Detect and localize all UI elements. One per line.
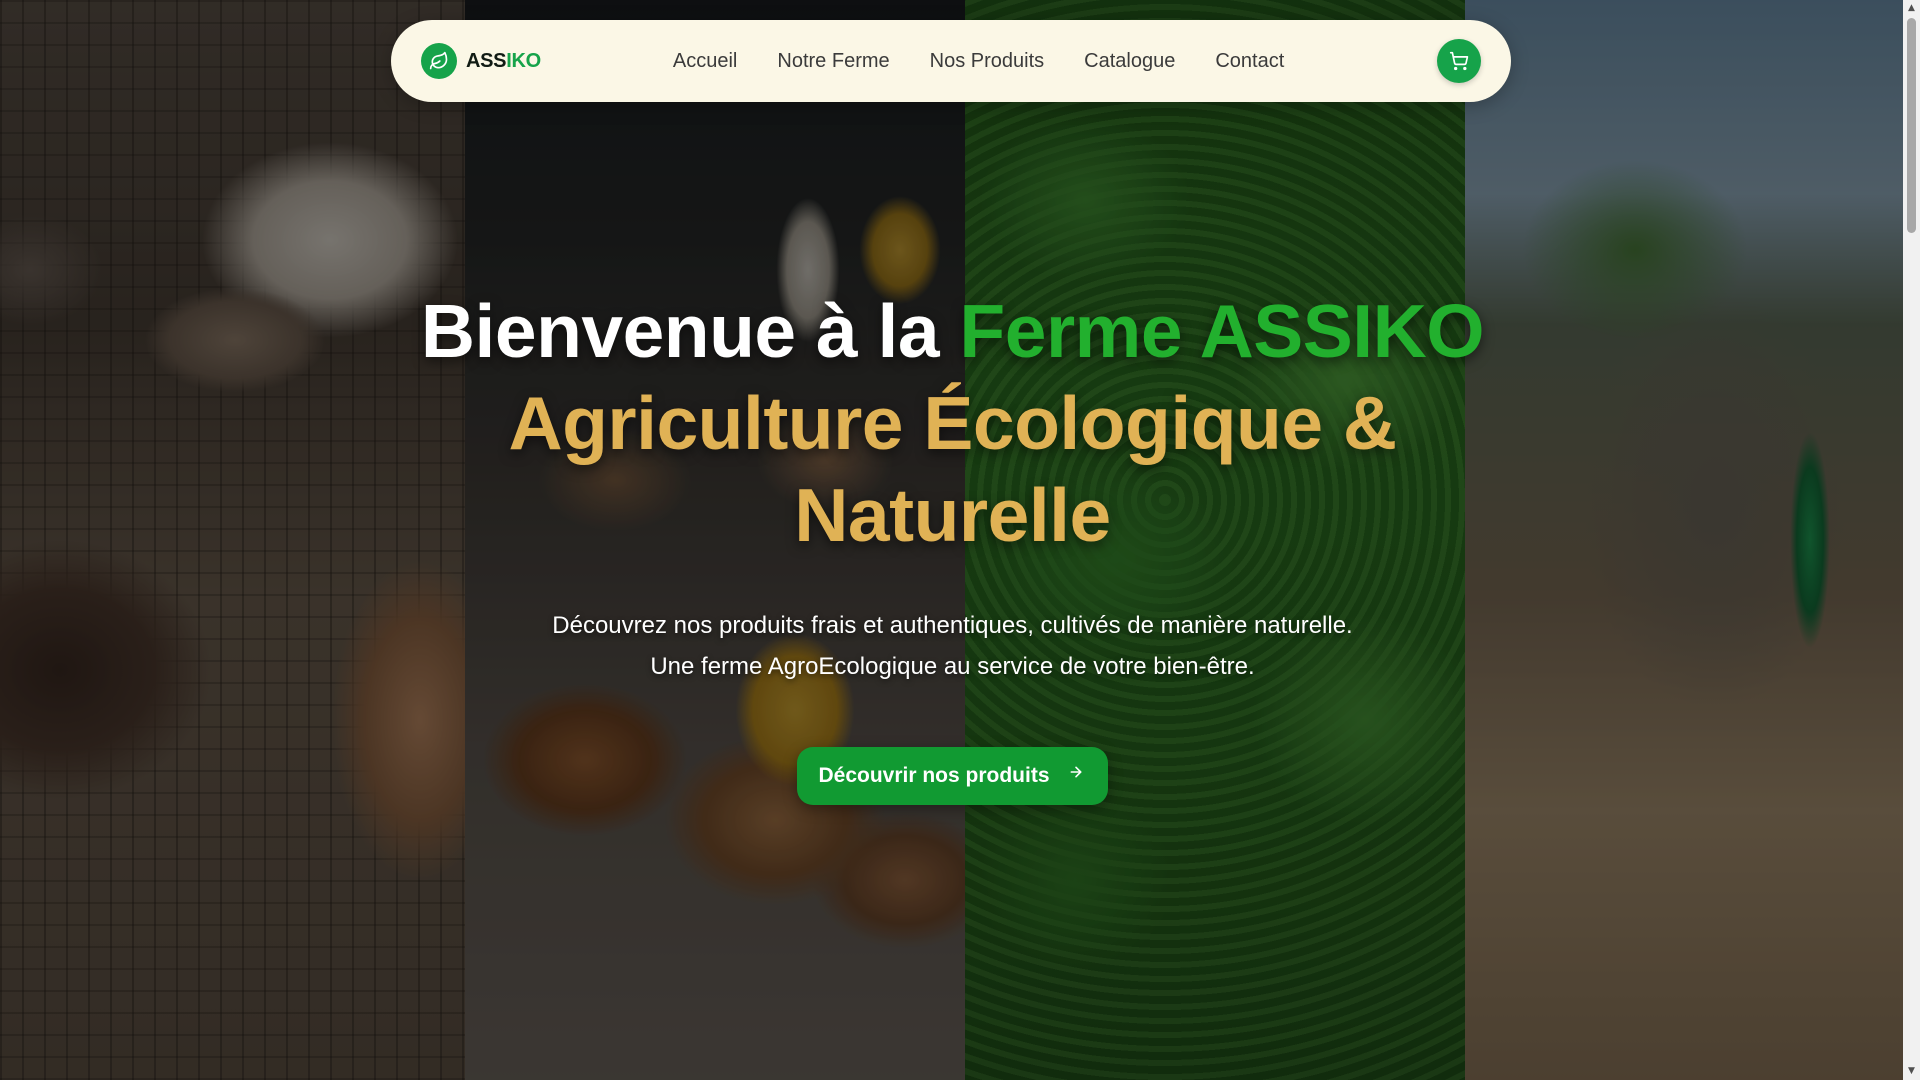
hero-section: Bienvenue à la Ferme ASSIKO Agriculture … xyxy=(0,285,1905,805)
nav-link-notre-ferme[interactable]: Notre Ferme xyxy=(777,50,889,73)
hero-subtitle-line1: Découvrez nos produits frais et authenti… xyxy=(552,612,1353,639)
page: ASSIKO Accueil Notre Ferme Nos Produits … xyxy=(0,0,1920,1080)
nav-link-accueil[interactable]: Accueil xyxy=(673,50,737,73)
hero-title-farm-name: Ferme ASSIKO xyxy=(959,289,1485,373)
navbar: ASSIKO Accueil Notre Ferme Nos Produits … xyxy=(391,20,1511,102)
scroll-up-arrow-icon[interactable]: ▲ xyxy=(1903,0,1920,17)
cart-button[interactable] xyxy=(1437,39,1481,83)
hero-title-welcome: Bienvenue à la xyxy=(420,289,960,373)
brand-logo-link[interactable]: ASSIKO xyxy=(421,43,541,79)
hero-subtitle: Découvrez nos produits frais et authenti… xyxy=(0,605,1905,687)
cta-label: Découvrir nos produits xyxy=(818,764,1050,787)
brand-name: ASSIKO xyxy=(466,50,541,73)
brand-name-part2: IKO xyxy=(506,49,541,72)
hero-subtitle-line2: Une ferme AgroEcologique au service de v… xyxy=(650,653,1255,680)
scrollbar-thumb[interactable] xyxy=(1907,18,1916,233)
cart-icon xyxy=(1449,51,1469,71)
hero-title: Bienvenue à la Ferme ASSIKO Agriculture … xyxy=(0,285,1905,561)
nav-link-catalogue[interactable]: Catalogue xyxy=(1084,50,1175,73)
nav-link-nos-produits[interactable]: Nos Produits xyxy=(930,50,1045,73)
discover-products-button[interactable]: Découvrir nos produits xyxy=(797,747,1108,805)
page-scrollbar[interactable]: ▲ ▼ xyxy=(1903,0,1920,1080)
arrow-right-icon xyxy=(1068,764,1084,780)
scroll-down-arrow-icon[interactable]: ▼ xyxy=(1903,1063,1920,1080)
hero-title-tagline: Agriculture Écologique & Naturelle xyxy=(508,381,1397,557)
brand-name-part1: ASS xyxy=(466,49,507,72)
nav-link-contact[interactable]: Contact xyxy=(1215,50,1284,73)
nav-links: Accueil Notre Ferme Nos Produits Catalog… xyxy=(673,50,1284,73)
leaf-icon xyxy=(421,43,457,79)
